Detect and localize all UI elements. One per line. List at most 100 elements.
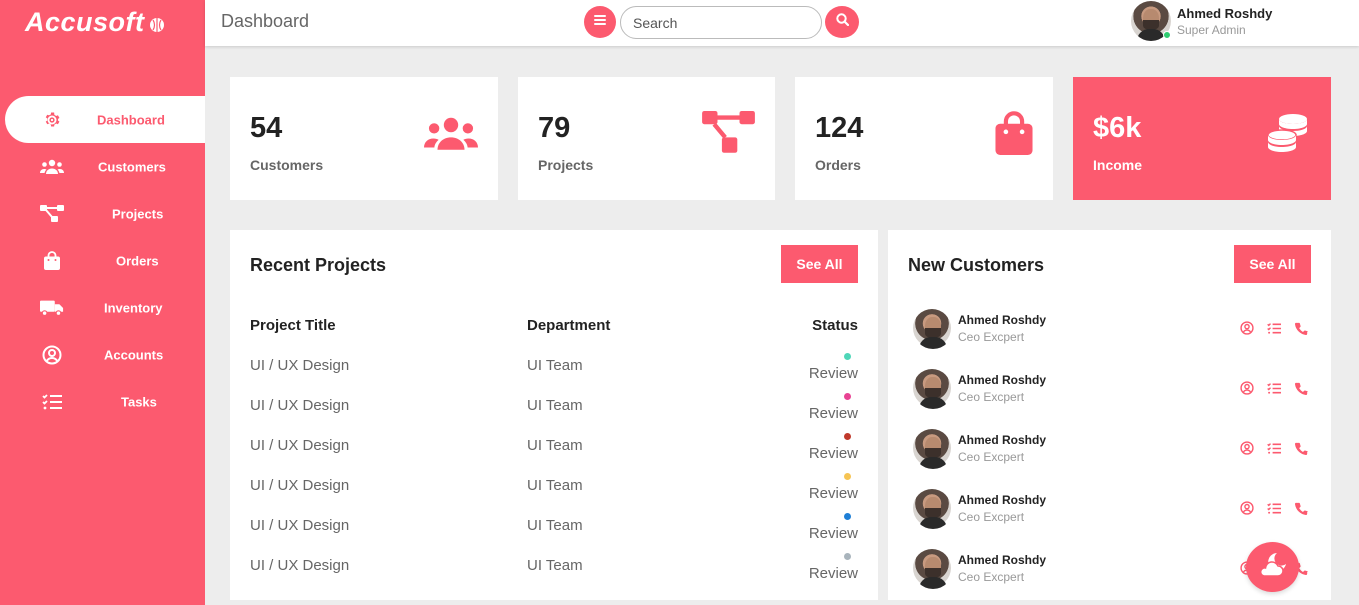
- diagram-icon: [40, 204, 64, 224]
- shopping-bag-icon: [40, 251, 64, 271]
- status-dot: [844, 472, 851, 480]
- user-name: Ahmed Roshdy: [1177, 5, 1273, 21]
- sidebar-item-accounts[interactable]: Accounts: [5, 331, 205, 378]
- tasks-icon[interactable]: [1267, 441, 1281, 455]
- brand-mark-icon: [149, 9, 165, 40]
- column-header: Department: [527, 316, 611, 334]
- status-badge: Review: [808, 405, 858, 422]
- status-dot: [844, 352, 851, 360]
- sidebar-item-customers[interactable]: Customers: [5, 143, 205, 190]
- sidebar-item-label: Inventory: [104, 300, 163, 315]
- stat-value: $6k: [1093, 112, 1142, 144]
- tasks-icon: [40, 392, 64, 412]
- sidebar-item-label: Customers: [98, 159, 166, 174]
- recent-projects-panel: Recent Projects See All Project Title De…: [230, 230, 878, 600]
- status-badge: Review: [808, 565, 858, 582]
- list-item: Ahmed Roshdy Ceo Excpert: [913, 418, 1308, 478]
- table-row[interactable]: UI / UX Design UI Team Review: [250, 385, 858, 425]
- user-role: Super Admin: [1177, 22, 1246, 37]
- sidebar-item-label: Tasks: [121, 394, 157, 409]
- table-row[interactable]: UI / UX Design UI Team Review: [250, 425, 858, 465]
- avatar: [913, 309, 951, 349]
- users-icon: [40, 157, 64, 177]
- sidebar-item-inventory[interactable]: Inventory: [5, 284, 205, 331]
- customer-name: Ahmed Roshdy: [958, 492, 1047, 507]
- status-dot: [844, 512, 851, 520]
- table-row[interactable]: UI / UX Design UI Team Review: [250, 465, 858, 505]
- user-circle-icon: [40, 345, 64, 365]
- customer-role: Ceo Excpert: [958, 329, 1025, 344]
- project-title: UI / UX Design: [250, 436, 350, 454]
- shopping-bag-icon: [995, 111, 1033, 160]
- search-icon: [835, 13, 849, 31]
- stat-card-income: $6k Income: [1073, 77, 1331, 200]
- column-header: Status: [812, 316, 858, 334]
- diagram-icon: [702, 111, 755, 160]
- profile-icon[interactable]: [1240, 441, 1254, 455]
- search-input[interactable]: [620, 6, 822, 39]
- project-department: UI Team: [527, 556, 583, 574]
- project-department: UI Team: [527, 396, 583, 414]
- stat-label: Income: [1093, 157, 1143, 173]
- phone-icon[interactable]: [1294, 441, 1308, 455]
- phone-icon[interactable]: [1294, 381, 1308, 395]
- page-title: Dashboard: [221, 11, 310, 31]
- profile-icon[interactable]: [1240, 321, 1254, 335]
- status-badge: Review: [808, 445, 858, 462]
- profile-icon[interactable]: [1240, 501, 1254, 515]
- project-title: UI / UX Design: [250, 516, 350, 534]
- customer-role: Ceo Excpert: [958, 569, 1025, 584]
- see-all-customers-button[interactable]: See All: [1234, 245, 1311, 283]
- sidebar-item-dashboard[interactable]: Dashboard: [5, 96, 205, 143]
- sidebar-nav: Dashboard Customers Projects Orders Inve…: [5, 96, 205, 425]
- profile-icon[interactable]: [1240, 381, 1254, 395]
- project-department: UI Team: [527, 436, 583, 454]
- sidebar-item-tasks[interactable]: Tasks: [5, 378, 205, 425]
- phone-icon[interactable]: [1294, 501, 1308, 515]
- table-header-row: Project Title Department Status: [250, 305, 858, 345]
- stat-value: 54: [250, 112, 283, 144]
- sidebar-item-orders[interactable]: Orders: [5, 237, 205, 284]
- avatar: [1131, 1, 1171, 41]
- project-title: UI / UX Design: [250, 476, 350, 494]
- tasks-icon[interactable]: [1267, 501, 1281, 515]
- stat-card-orders: 124 Orders: [795, 77, 1053, 200]
- project-title: UI / UX Design: [250, 556, 350, 574]
- project-title: UI / UX Design: [250, 396, 350, 414]
- see-all-projects-button[interactable]: See All: [781, 245, 858, 283]
- avatar: [913, 549, 951, 589]
- list-item: Ahmed Roshdy Ceo Excpert: [913, 358, 1308, 418]
- avatar: [913, 429, 951, 469]
- tasks-icon[interactable]: [1267, 321, 1281, 335]
- table-row[interactable]: UI / UX Design UI Team Review: [250, 345, 858, 385]
- table-row[interactable]: UI / UX Design UI Team Review: [250, 505, 858, 545]
- user-menu[interactable]: Ahmed Roshdy Super Admin: [1131, 1, 1272, 41]
- sidebar-item-projects[interactable]: Projects: [5, 190, 205, 237]
- section-title: New Customers: [908, 255, 1045, 275]
- project-department: UI Team: [527, 516, 583, 534]
- tasks-icon[interactable]: [1267, 381, 1281, 395]
- search-button[interactable]: [825, 6, 859, 38]
- customer-name: Ahmed Roshdy: [958, 552, 1047, 567]
- table-row[interactable]: UI / UX Design UI Team Review: [250, 545, 858, 585]
- menu-toggle-button[interactable]: [584, 6, 616, 38]
- brand-name: Accusoft: [25, 7, 145, 37]
- stat-label: Projects: [538, 157, 594, 173]
- online-status-dot: [1163, 31, 1171, 39]
- stat-value: 124: [815, 112, 864, 144]
- project-department: UI Team: [527, 356, 583, 374]
- brand-logo[interactable]: Accusoft: [25, 5, 165, 40]
- customer-name: Ahmed Roshdy: [958, 432, 1047, 447]
- top-bar: Dashboard Ahmed Roshdy Super Admin: [205, 0, 1359, 46]
- column-header: Project Title: [250, 316, 336, 334]
- theme-toggle-button[interactable]: [1246, 542, 1299, 592]
- gear-icon: [40, 110, 64, 130]
- status-badge: Review: [808, 485, 858, 502]
- truck-icon: [40, 298, 64, 318]
- section-title: Recent Projects: [250, 255, 387, 275]
- sidebar: Accusoft Dashboard Customers Projects Or…: [0, 0, 205, 605]
- sidebar-item-label: Orders: [116, 253, 159, 268]
- sidebar-item-label: Dashboard: [97, 112, 165, 127]
- sidebar-item-label: Accounts: [104, 347, 164, 362]
- phone-icon[interactable]: [1294, 321, 1308, 335]
